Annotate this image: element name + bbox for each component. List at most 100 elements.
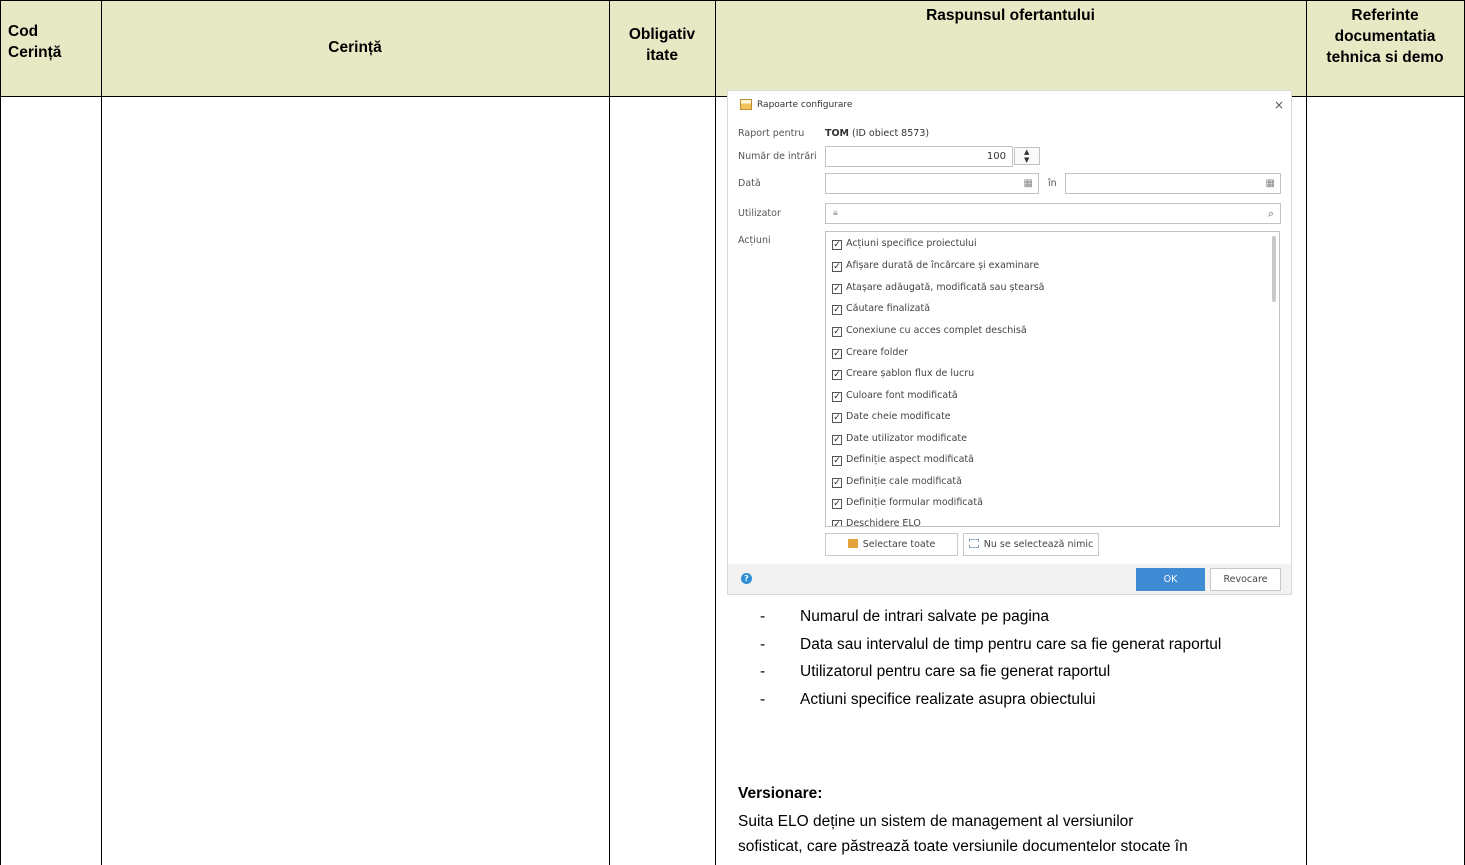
dialog-footer: ? OK Revocare [728,564,1291,594]
action-label: Date cheie modificate [846,411,951,422]
select-none-button[interactable]: Nu se selectează nimic [963,533,1099,556]
checkbox-checked-icon[interactable]: ✓ [832,370,842,380]
list-item: - Utilizatorul pentru care sa fie genera… [760,660,1300,684]
list-item: - Numarul de intrari salvate pe pagina [760,605,1300,629]
col-border-2 [609,0,610,865]
header-referinte: Referinte documentatia tehnica si demo [1306,5,1464,68]
select-all-label: Selectare toate [862,539,936,550]
checkbox-checked-icon[interactable]: ✓ [832,305,842,315]
user-search-input[interactable]: 🔒︎ ⌕ [825,203,1281,224]
checkbox-checked-icon[interactable]: ✓ [832,456,842,466]
bullet-text: Utilizatorul pentru care sa fie generat … [800,663,1111,681]
entries-count-spinner[interactable]: ▲ ▼ [1014,147,1040,165]
actions-scrollbar[interactable] [1272,236,1276,302]
checkbox-checked-icon[interactable]: ✓ [832,520,842,526]
list-item[interactable]: ✓ Afișare durată de încărcare și examinar… [832,260,1039,276]
header-oblig-line1: Obligativ [628,26,696,43]
list-item[interactable]: ✓ Acțiuni specifice proiectului [832,238,977,254]
date-to-label: în [1048,178,1057,189]
list-item[interactable]: ✓ Deschidere ELO [832,518,921,527]
versionare-text-line1: Suita ELO deține un sistem de management… [738,813,1134,830]
list-item[interactable]: ✓ Culoare font modificată [832,390,958,406]
user-label: Utilizator [738,208,781,219]
spin-down-icon[interactable]: ▼ [1024,156,1029,164]
col-border-4 [1306,0,1307,865]
table-border-top [0,0,1465,1]
header-cerinta: Cerință [328,39,382,56]
date-label: Dată [738,178,761,189]
report-object-id: (ID obiect 8573) [852,128,930,139]
action-label: Date utilizator modificate [846,433,967,444]
checkbox-checked-icon[interactable]: ✓ [832,435,842,445]
checkbox-checked-icon[interactable]: ✓ [832,349,842,359]
ok-button[interactable]: OK [1136,568,1205,591]
checkbox-checked-icon[interactable]: ✓ [832,392,842,402]
report-object-name: TOM [825,128,850,139]
search-icon[interactable]: ⌕ [1268,207,1274,221]
checkbox-checked-icon[interactable]: ✓ [832,478,842,488]
help-icon[interactable]: ? [741,573,752,584]
header-cod-cerinta: Cod Cerință [8,21,61,63]
col-border-3 [715,0,716,865]
report-for-label: Raport pentru [738,128,805,139]
checkbox-checked-icon[interactable]: ✓ [832,499,842,509]
actions-list[interactable]: ✓ Acțiuni specifice proiectului ✓ Afișare … [825,231,1280,527]
action-label: Deschidere ELO [846,518,921,527]
select-none-icon [968,539,979,548]
header-obligativitate: Obligativ itate [609,24,715,66]
select-all-icon [847,539,858,548]
action-label: Definiție cale modificată [846,476,962,487]
action-label: Definiție aspect modificată [846,454,974,465]
close-icon[interactable]: × [1274,98,1284,112]
spin-up-icon[interactable]: ▲ [1024,148,1029,156]
versionare-heading: Versionare: [738,785,823,802]
bullet-dash: - [760,608,766,625]
list-item: - Actiuni specifice realizate asupra obi… [760,688,1300,712]
select-all-button[interactable]: Selectare toate [825,533,958,556]
header-cod-line2: Cerință [8,44,62,61]
calendar-icon[interactable]: ▦ [1024,178,1033,189]
list-item[interactable]: ✓ Date cheie modificate [832,411,951,427]
date-from-input[interactable]: ▦ [825,173,1039,194]
report-config-dialog: Rapoarte configurare × Raport pentru TOM… [727,90,1292,595]
dialog-title: Rapoarte configurare [757,100,853,110]
bullet-text: Data sau intervalul de timp pentru care … [800,635,1222,653]
action-label: Atașare adăugată, modificată sau ștearsă [846,282,1045,293]
action-label: Creare șablon flux de lucru [846,368,975,379]
list-item[interactable]: ✓ Date utilizator modificate [832,433,967,449]
list-item[interactable]: ✓ Creare șablon flux de lucru [832,368,974,384]
action-label: Afișare durată de încărcare și examinare [846,260,1040,271]
list-item[interactable]: ✓ Definiție cale modificată [832,476,962,492]
header-oblig-line2: itate [646,47,678,64]
actions-label: Acțiuni [738,235,771,246]
select-none-label: Nu se selectează nimic [983,539,1094,550]
action-label: Creare folder [846,347,909,358]
date-to-input[interactable]: ▦ [1065,173,1281,194]
checkbox-checked-icon[interactable]: ✓ [832,327,842,337]
list-item[interactable]: ✓ Creare folder [832,347,908,363]
action-label: Conexiune cu acces complet deschisă [846,325,1027,336]
entries-count-input[interactable]: 100 [825,146,1013,167]
list-item[interactable]: ✓ Definiție aspect modificată [832,454,974,470]
bullet-text: Numarul de intrari salvate pe pagina [800,608,1049,625]
list-item[interactable]: ✓ Definiție formular modificată [832,497,983,513]
list-item[interactable]: ✓ Căutare finalizată [832,303,930,319]
header-cod-line1: Cod [8,23,39,40]
header-ref-line1: Referinte [1351,7,1419,24]
versionare-text-line2: sofisticat, care păstrează toate versiun… [738,838,1188,855]
checkbox-checked-icon[interactable]: ✓ [832,240,842,250]
checkbox-checked-icon[interactable]: ✓ [832,262,842,272]
entries-count-value: 100 [986,151,1006,162]
header-ref-line3: tehnica si demo [1326,49,1444,66]
list-item[interactable]: ✓ Conexiune cu acces complet deschisă [832,325,1027,341]
bullet-dash: - [760,663,766,681]
checkbox-checked-icon[interactable]: ✓ [832,413,842,423]
report-for-value: TOM (ID obiect 8573) [825,128,929,139]
entries-count-label: Număr de intrări [738,151,817,162]
header-ref-line2: documentatia [1334,28,1436,45]
cancel-button[interactable]: Revocare [1210,568,1281,591]
list-item: - Data sau intervalul de timp pentru car… [760,633,1300,657]
list-item[interactable]: ✓ Atașare adăugată, modificată sau ștears… [832,282,1045,298]
checkbox-checked-icon[interactable]: ✓ [832,284,842,294]
calendar-icon[interactable]: ▦ [1266,178,1275,189]
